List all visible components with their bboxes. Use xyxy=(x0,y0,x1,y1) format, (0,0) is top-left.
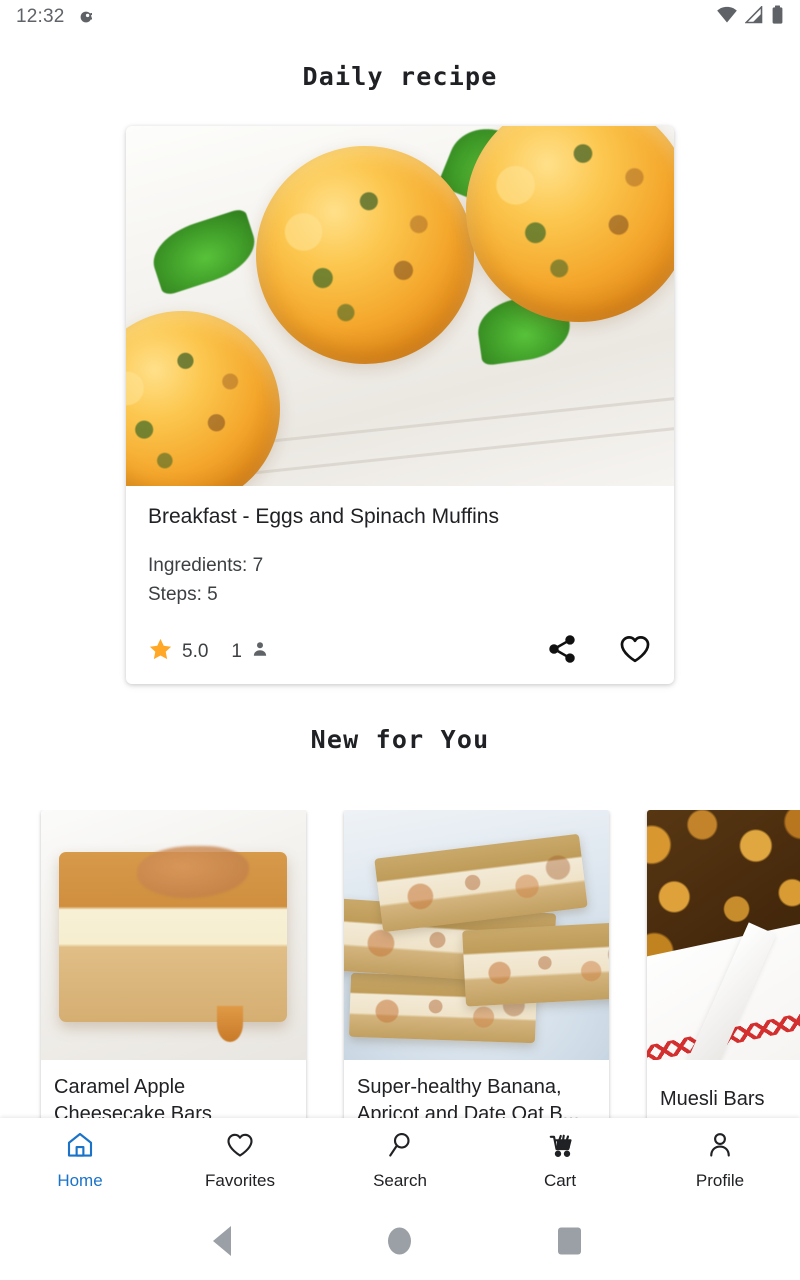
app-screen: 12:32 Daily recipe Breakfast - Eggs and … xyxy=(0,0,800,1280)
bottom-navigation-bar: Home Favorites Search Cart Profile xyxy=(0,1118,800,1202)
nav-label-profile: Profile xyxy=(695,1170,745,1190)
person-icon xyxy=(251,640,269,663)
recipe-card-image[interactable] xyxy=(647,810,800,1060)
daily-recipe-image[interactable] xyxy=(126,126,674,486)
status-time: 12:32 xyxy=(16,6,65,27)
recipe-card-image[interactable] xyxy=(41,810,306,1060)
android-system-navigation xyxy=(0,1202,800,1280)
notification-dot-icon xyxy=(77,7,97,27)
heart-outline-icon[interactable] xyxy=(618,632,652,671)
nav-label-favorites: Favorites xyxy=(205,1170,275,1190)
rating-value: 5.0 xyxy=(182,640,209,662)
new-for-you-carousel[interactable]: Caramel Apple Cheesecake Bars Super-heal… xyxy=(0,810,800,1140)
recipe-card-caramel-apple[interactable]: Caramel Apple Cheesecake Bars xyxy=(41,810,306,1140)
page-title: Daily recipe xyxy=(302,62,498,91)
nav-label-cart: Cart xyxy=(543,1170,577,1190)
nav-item-favorites[interactable]: Favorites xyxy=(160,1130,320,1191)
status-icons xyxy=(716,4,784,30)
nav-item-cart[interactable]: Cart xyxy=(480,1130,640,1191)
section-title-new-for-you: New for You xyxy=(310,725,490,754)
shopping-cart-icon xyxy=(545,1130,575,1165)
daily-recipe-card[interactable]: Breakfast - Eggs and Spinach Muffins Ing… xyxy=(126,126,674,684)
share-icon[interactable] xyxy=(546,633,578,670)
recipe-card-image[interactable] xyxy=(344,810,609,1060)
rating-count: 1 xyxy=(231,640,242,662)
star-filled-icon xyxy=(148,637,173,667)
heart-outline-icon xyxy=(225,1130,255,1165)
ingredients-count: Ingredients: 7 xyxy=(148,555,264,577)
cellular-signal-icon xyxy=(744,4,764,29)
nav-label-search: Search xyxy=(373,1170,427,1190)
nav-item-home[interactable]: Home xyxy=(0,1130,160,1191)
person-outline-icon xyxy=(705,1130,735,1165)
search-icon xyxy=(385,1130,415,1165)
android-back-icon[interactable] xyxy=(213,1226,231,1256)
android-home-icon[interactable] xyxy=(388,1227,411,1255)
recipe-card-footer: 5.0 1 xyxy=(126,632,674,671)
recipe-title: Breakfast - Eggs and Spinach Muffins xyxy=(148,505,499,528)
battery-full-icon xyxy=(771,5,784,30)
nav-item-profile[interactable]: Profile xyxy=(640,1130,800,1191)
recipe-card-oat-bars[interactable]: Super-healthy Banana, Apricot and Date O… xyxy=(344,810,609,1140)
steps-count: Steps: 5 xyxy=(148,584,218,606)
wifi-icon xyxy=(716,6,738,29)
home-icon xyxy=(65,1130,95,1165)
recipe-card-title: Muesli Bars xyxy=(660,1088,765,1110)
nav-item-search[interactable]: Search xyxy=(320,1130,480,1191)
nav-label-home: Home xyxy=(57,1170,103,1190)
recipe-card-muesli-bars[interactable]: Muesli Bars xyxy=(647,810,800,1140)
status-bar: 12:32 xyxy=(0,0,800,34)
android-recents-icon[interactable] xyxy=(558,1227,581,1255)
rating-group: 5.0 1 xyxy=(148,637,269,667)
